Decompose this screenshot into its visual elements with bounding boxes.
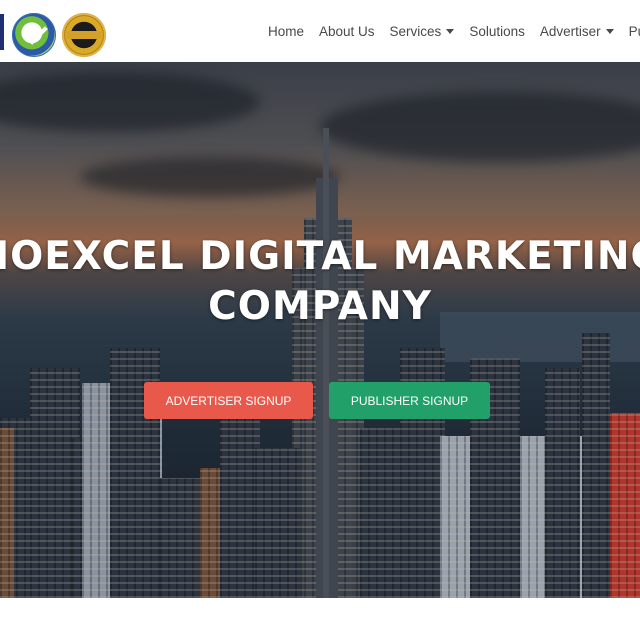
brand-logo-fragment[interactable] bbox=[0, 14, 4, 50]
nav-item-label: Home bbox=[268, 23, 305, 39]
publisher-signup-label: PUBLISHER SIGNUP bbox=[350, 393, 469, 408]
sky-cloud bbox=[0, 72, 260, 132]
hero-title: NOEXCEL DIGITAL MARKETING COMPANY bbox=[0, 232, 640, 332]
hero-title-line-1: NOEXCEL DIGITAL MARKETING bbox=[0, 234, 640, 279]
advertiser-signup-label: ADVERTISER SIGNUP bbox=[165, 393, 292, 408]
nav-item-label: Pul bbox=[628, 23, 640, 39]
main-nav: Home About Us Services Solutions Adverti… bbox=[268, 0, 640, 62]
advertiser-signup-button[interactable]: ADVERTISER SIGNUP bbox=[144, 382, 313, 419]
site-header: Home About Us Services Solutions Adverti… bbox=[0, 0, 640, 62]
nav-item-solutions[interactable]: Solutions bbox=[469, 24, 525, 39]
nav-item-services[interactable]: Services bbox=[390, 24, 455, 39]
nav-item-label: Services bbox=[389, 23, 442, 39]
nav-item-label: Solutions bbox=[469, 23, 525, 39]
hero-title-line-2: COMPANY bbox=[208, 284, 432, 329]
nav-item-label: Advertiser bbox=[539, 23, 601, 39]
nav-item-home[interactable]: Home bbox=[268, 24, 304, 39]
nav-item-about-us[interactable]: About Us bbox=[319, 24, 375, 39]
iso-badge-icon bbox=[62, 13, 106, 57]
sky-cloud bbox=[80, 157, 340, 197]
nav-item-advertiser[interactable]: Advertiser bbox=[540, 24, 614, 39]
sky-cloud bbox=[320, 92, 640, 162]
certification-badge-icon bbox=[12, 13, 56, 57]
publisher-signup-button[interactable]: PUBLISHER SIGNUP bbox=[329, 382, 490, 419]
nav-item-label: About Us bbox=[319, 23, 375, 39]
caret-down-icon bbox=[605, 28, 614, 34]
hero-section: NOEXCEL DIGITAL MARKETING COMPANY ADVERT… bbox=[0, 62, 640, 598]
nav-item-publisher[interactable]: Pul bbox=[629, 24, 640, 39]
caret-down-icon bbox=[446, 28, 455, 34]
